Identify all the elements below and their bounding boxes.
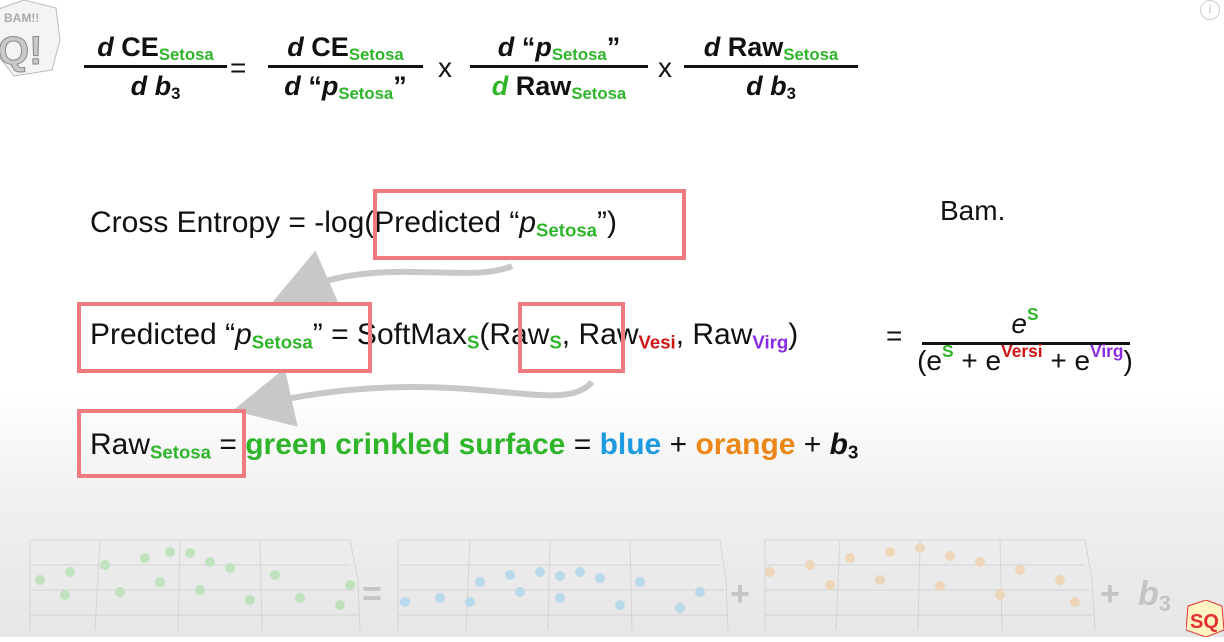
blue-surface-plot — [397, 539, 729, 631]
svg-text:SQ: SQ — [1190, 611, 1219, 633]
orange-surface-plot — [764, 539, 1096, 631]
sq-logo-icon: SQ — [1185, 599, 1224, 638]
softmax-denominator: (eS + eVersi + eVirg) — [917, 340, 1133, 376]
bottom-equals: = — [362, 575, 382, 613]
curved-arrow-2 — [232, 368, 595, 427]
surfaces-illustration: = + + b3 — [29, 539, 1171, 631]
bottom-plus-2: + — [1100, 575, 1120, 613]
softmax-numerator: eS — [1011, 303, 1039, 339]
bottom-plus-1: + — [730, 575, 750, 613]
info-icon[interactable]: i — [1200, 0, 1220, 20]
sq-logo-bottom-right: SQ — [1185, 599, 1224, 638]
highlight-raw-setosa — [77, 409, 246, 478]
softmax-fraction: eS (eS + eVersi + eVirg) — [900, 303, 1150, 377]
bottom-b3: b3 — [1138, 575, 1171, 616]
green-points — [35, 547, 355, 610]
orange-points — [765, 543, 1080, 607]
highlight-raw-s — [518, 302, 625, 373]
green-surface-plot — [29, 539, 361, 631]
highlight-predicted-p-setosa-2 — [77, 302, 372, 373]
curved-arrow-1 — [272, 250, 514, 306]
